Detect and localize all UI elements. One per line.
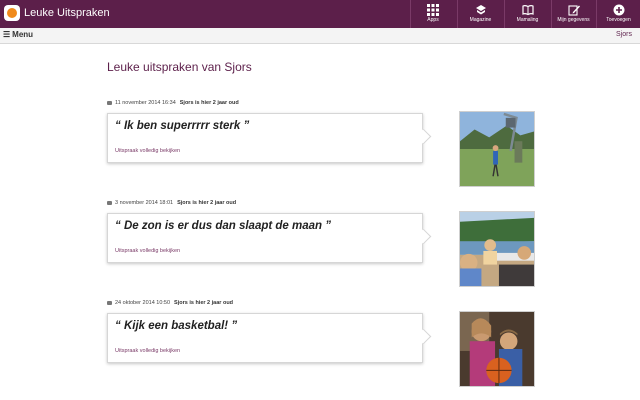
view-full-quote-link[interactable]: Uitspraak volledig bekijken xyxy=(115,248,180,254)
entry-age: Sjors is hier 2 jaar oud xyxy=(177,200,237,206)
entry-date: 24 oktober 2014 10:50 xyxy=(115,300,171,306)
quote-entry: 3 november 2014 18:01 Sjors is hier 2 jaa… xyxy=(107,200,547,290)
menu-label: Menu xyxy=(12,30,34,39)
entry-meta: 11 november 2014 16:34 Sjors is hier 2 ja… xyxy=(107,100,239,106)
view-full-quote-link[interactable]: Uitspraak volledig bekijken xyxy=(115,148,180,154)
nav-apps-label: Apps xyxy=(427,17,439,23)
quote-text: “ Kijk een basketbal! ” xyxy=(115,320,238,332)
apps-grid-icon xyxy=(411,0,455,17)
speech-bubble-icon xyxy=(107,300,112,305)
quote-text: “ Ik ben superrrrr sterk ” xyxy=(115,120,250,132)
nav-toevoegen-button[interactable]: Toevoegen xyxy=(596,0,640,28)
quote-bubble[interactable]: “ De zon is er dus dan slaapt de maan ” … xyxy=(107,213,423,263)
entry-photo[interactable] xyxy=(459,111,535,187)
nav-magazine-label: Magazine xyxy=(469,17,492,23)
entry-date: 3 november 2014 18:01 xyxy=(115,200,174,206)
nav-mijn-gegevens-button[interactable]: Mijn gegevens xyxy=(551,0,595,28)
hamburger-icon: ☰ xyxy=(3,30,11,39)
entry-date: 11 november 2014 16:34 xyxy=(115,100,176,106)
quote-entry: 11 november 2014 16:34 Sjors is hier 2 ja… xyxy=(107,100,547,190)
view-full-quote-link[interactable]: Uitspraak volledig bekijken xyxy=(115,348,180,354)
entry-meta: 24 oktober 2014 10:50 Sjors is hier 2 jaa… xyxy=(107,300,233,306)
user-name-link[interactable]: Sjors xyxy=(616,31,632,38)
menu-bar: ☰ Menu Sjors xyxy=(0,28,640,44)
nav-mamaling-label: Mamaling xyxy=(516,17,539,23)
speech-bubble-icon xyxy=(107,100,112,105)
nav-magazine-button[interactable]: Magazine xyxy=(457,0,503,28)
top-app-bar: Leuke Uitspraken Apps Magazine Mamaling … xyxy=(0,0,640,28)
add-icon xyxy=(597,0,640,17)
nav-toevoegen-label: Toevoegen xyxy=(606,17,631,23)
magazine-icon xyxy=(458,0,503,17)
app-title: Leuke Uitspraken xyxy=(24,7,110,19)
entry-photo[interactable] xyxy=(459,211,535,287)
quote-entry: 24 oktober 2014 10:50 Sjors is hier 2 jaa… xyxy=(107,300,547,390)
quote-text: “ De zon is er dus dan slaapt de maan ” xyxy=(115,220,332,232)
entry-meta: 3 november 2014 18:01 Sjors is hier 2 jaa… xyxy=(107,200,236,206)
page-title: Leuke uitspraken van Sjors xyxy=(107,60,252,74)
quote-bubble[interactable]: “ Ik ben superrrrr sterk ” Uitspraak vol… xyxy=(107,113,423,163)
speech-bubble-icon xyxy=(107,200,112,205)
edit-icon xyxy=(552,0,595,17)
nav-mijn-gegevens-label: Mijn gegevens xyxy=(557,17,590,23)
menu-button[interactable]: ☰ Menu xyxy=(3,30,33,39)
entry-age: Sjors is hier 2 jaar oud xyxy=(174,300,234,306)
entry-age: Sjors is hier 2 jaar oud xyxy=(179,100,239,106)
app-logo-icon[interactable] xyxy=(4,5,20,21)
nav-apps-button[interactable]: Apps xyxy=(410,0,455,28)
quote-bubble[interactable]: “ Kijk een basketbal! ” Uitspraak volled… xyxy=(107,313,423,363)
book-icon xyxy=(505,0,550,17)
nav-mamaling-button[interactable]: Mamaling xyxy=(504,0,550,28)
entry-photo[interactable] xyxy=(459,311,535,387)
